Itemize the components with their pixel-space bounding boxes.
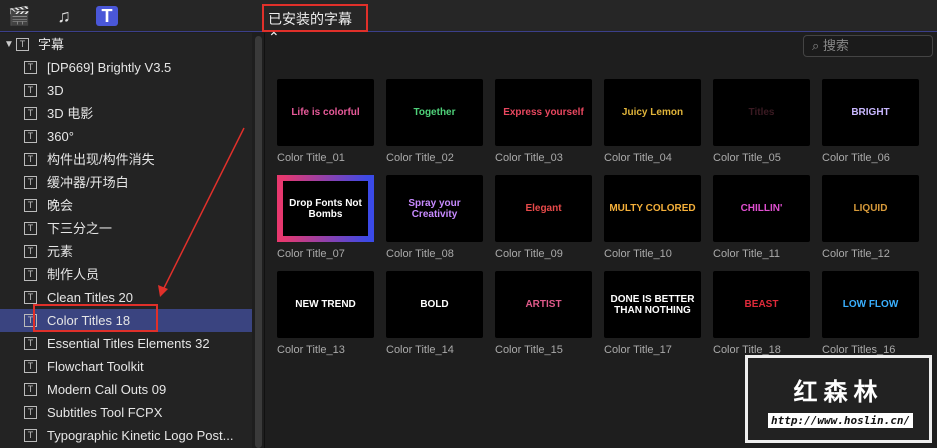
watermark-title: 红森林 (793, 379, 884, 406)
watermark-url: http://www.hoslin.cn/ (768, 413, 914, 428)
watermark: 红森林 http://www.hoslin.cn/ (745, 355, 932, 443)
